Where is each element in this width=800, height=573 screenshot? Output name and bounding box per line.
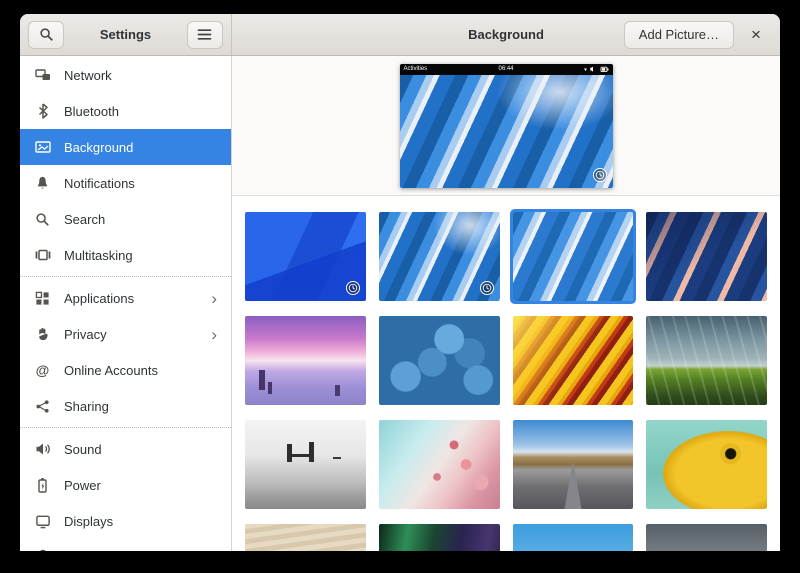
mouse-icon xyxy=(34,549,51,552)
preview-clock: 06:44 xyxy=(400,66,613,72)
wallpaper-thumbnail[interactable] xyxy=(245,524,366,551)
primary-menu-button[interactable] xyxy=(187,21,223,49)
sidebar-item-label: Privacy xyxy=(64,327,198,342)
search-button[interactable] xyxy=(28,21,64,49)
chevron-right-icon: › xyxy=(211,290,221,307)
bluetooth-icon xyxy=(34,103,51,120)
sidebar-item-power[interactable]: Power xyxy=(20,467,231,503)
sidebar: Network Bluetooth Background Notificatio… xyxy=(20,56,232,551)
sidebar-header: Settings xyxy=(20,14,232,55)
sidebar-item-displays[interactable]: Displays xyxy=(20,503,231,539)
content-header: Background Add Picture… × xyxy=(232,14,780,55)
wallpaper-thumbnail[interactable] xyxy=(379,316,500,405)
bell-icon xyxy=(34,175,51,192)
sidebar-item-label: Background xyxy=(64,140,221,155)
wallpaper-thumbnail[interactable] xyxy=(513,316,634,405)
sidebar-item-label: Bluetooth xyxy=(64,104,221,119)
headerbar: Settings Background Add Picture… × xyxy=(20,14,780,56)
sidebar-item-privacy[interactable]: Privacy › xyxy=(20,316,231,352)
clock-badge-icon xyxy=(593,168,607,182)
sidebar-item-label: Search xyxy=(64,212,221,227)
window-body: Network Bluetooth Background Notificatio… xyxy=(20,56,780,551)
settings-title: Settings xyxy=(100,27,151,42)
speaker-icon xyxy=(34,441,51,458)
sidebar-item-label: Sharing xyxy=(64,399,221,414)
at-icon: @ xyxy=(34,362,51,379)
sidebar-item-search[interactable]: Search xyxy=(20,201,231,237)
sidebar-item-label: Online Accounts xyxy=(64,363,221,378)
wallpaper-thumbnail[interactable] xyxy=(646,524,767,551)
wallpaper-grid xyxy=(245,212,767,551)
sidebar-item-applications[interactable]: Applications › xyxy=(20,280,231,316)
wallpaper-thumbnail[interactable] xyxy=(379,212,500,301)
multitasking-icon xyxy=(34,247,51,264)
sidebar-item-label: Notifications xyxy=(64,176,221,191)
sidebar-item-online-accounts[interactable]: @ Online Accounts xyxy=(20,352,231,388)
wallpaper-thumbnail[interactable] xyxy=(646,212,767,301)
wallpaper-thumbnail[interactable] xyxy=(646,420,767,509)
sidebar-item-label: Applications xyxy=(64,291,198,306)
share-icon xyxy=(34,398,51,415)
sidebar-item-network[interactable]: Network xyxy=(20,57,231,93)
wallpaper-thumbnail[interactable] xyxy=(245,316,366,405)
clock-badge-icon xyxy=(346,281,360,295)
close-window-button[interactable]: × xyxy=(744,23,768,47)
sidebar-item-label: Sound xyxy=(64,442,221,457)
hamburger-menu-icon xyxy=(197,28,212,41)
wifi-volume-battery-icons xyxy=(583,66,609,73)
sidebar-item-label: Multitasking xyxy=(64,248,221,263)
wallpaper-thumbnail[interactable] xyxy=(379,420,500,509)
network-icon xyxy=(34,67,51,84)
preview-status-icons xyxy=(583,66,609,73)
preview-activities-label: Activities xyxy=(404,66,428,72)
battery-icon xyxy=(34,477,51,494)
sidebar-item-multitasking[interactable]: Multitasking xyxy=(20,237,231,273)
sidebar-item-label: Mouse & Touchpad xyxy=(64,550,221,552)
preview-wallpaper xyxy=(400,75,613,188)
wallpaper-grid-section xyxy=(232,196,780,551)
display-icon xyxy=(34,513,51,530)
wallpaper-thumbnail[interactable] xyxy=(245,420,366,509)
sidebar-item-label: Power xyxy=(64,478,221,493)
wallpaper-thumbnail[interactable] xyxy=(646,316,767,405)
search-icon xyxy=(39,27,54,42)
preview-topbar: 06:44 Activities xyxy=(400,64,613,75)
background-panel: 06:44 Activities xyxy=(232,56,780,551)
sidebar-item-label: Network xyxy=(64,68,221,83)
sidebar-item-sound[interactable]: Sound xyxy=(20,431,231,467)
page-title: Background xyxy=(468,27,544,42)
search-icon xyxy=(34,211,51,228)
sidebar-item-label: Displays xyxy=(64,514,221,529)
wallpaper-thumbnail[interactable] xyxy=(513,524,634,551)
applications-icon xyxy=(34,290,51,307)
wallpaper-thumbnail[interactable] xyxy=(513,420,634,509)
add-picture-button[interactable]: Add Picture… xyxy=(624,21,734,49)
hand-icon xyxy=(34,326,51,343)
chevron-right-icon: › xyxy=(211,326,221,343)
sidebar-item-bluetooth[interactable]: Bluetooth xyxy=(20,93,231,129)
sidebar-item-sharing[interactable]: Sharing xyxy=(20,388,231,424)
wallpaper-thumbnail[interactable] xyxy=(513,212,634,301)
settings-window: Settings Background Add Picture… × Netwo… xyxy=(20,14,780,551)
preview-section: 06:44 Activities xyxy=(232,56,780,196)
sidebar-item-background[interactable]: Background xyxy=(20,129,231,165)
wallpaper-thumbnail[interactable] xyxy=(245,212,366,301)
wallpaper-thumbnail[interactable] xyxy=(379,524,500,551)
sidebar-separator xyxy=(20,427,231,428)
desktop-preview: 06:44 Activities xyxy=(400,64,613,188)
close-icon: × xyxy=(751,25,761,45)
clock-badge-icon xyxy=(480,281,494,295)
sidebar-separator xyxy=(20,276,231,277)
sidebar-item-mouse-touchpad[interactable]: Mouse & Touchpad xyxy=(20,539,231,551)
background-icon xyxy=(34,139,51,156)
sidebar-item-notifications[interactable]: Notifications xyxy=(20,165,231,201)
